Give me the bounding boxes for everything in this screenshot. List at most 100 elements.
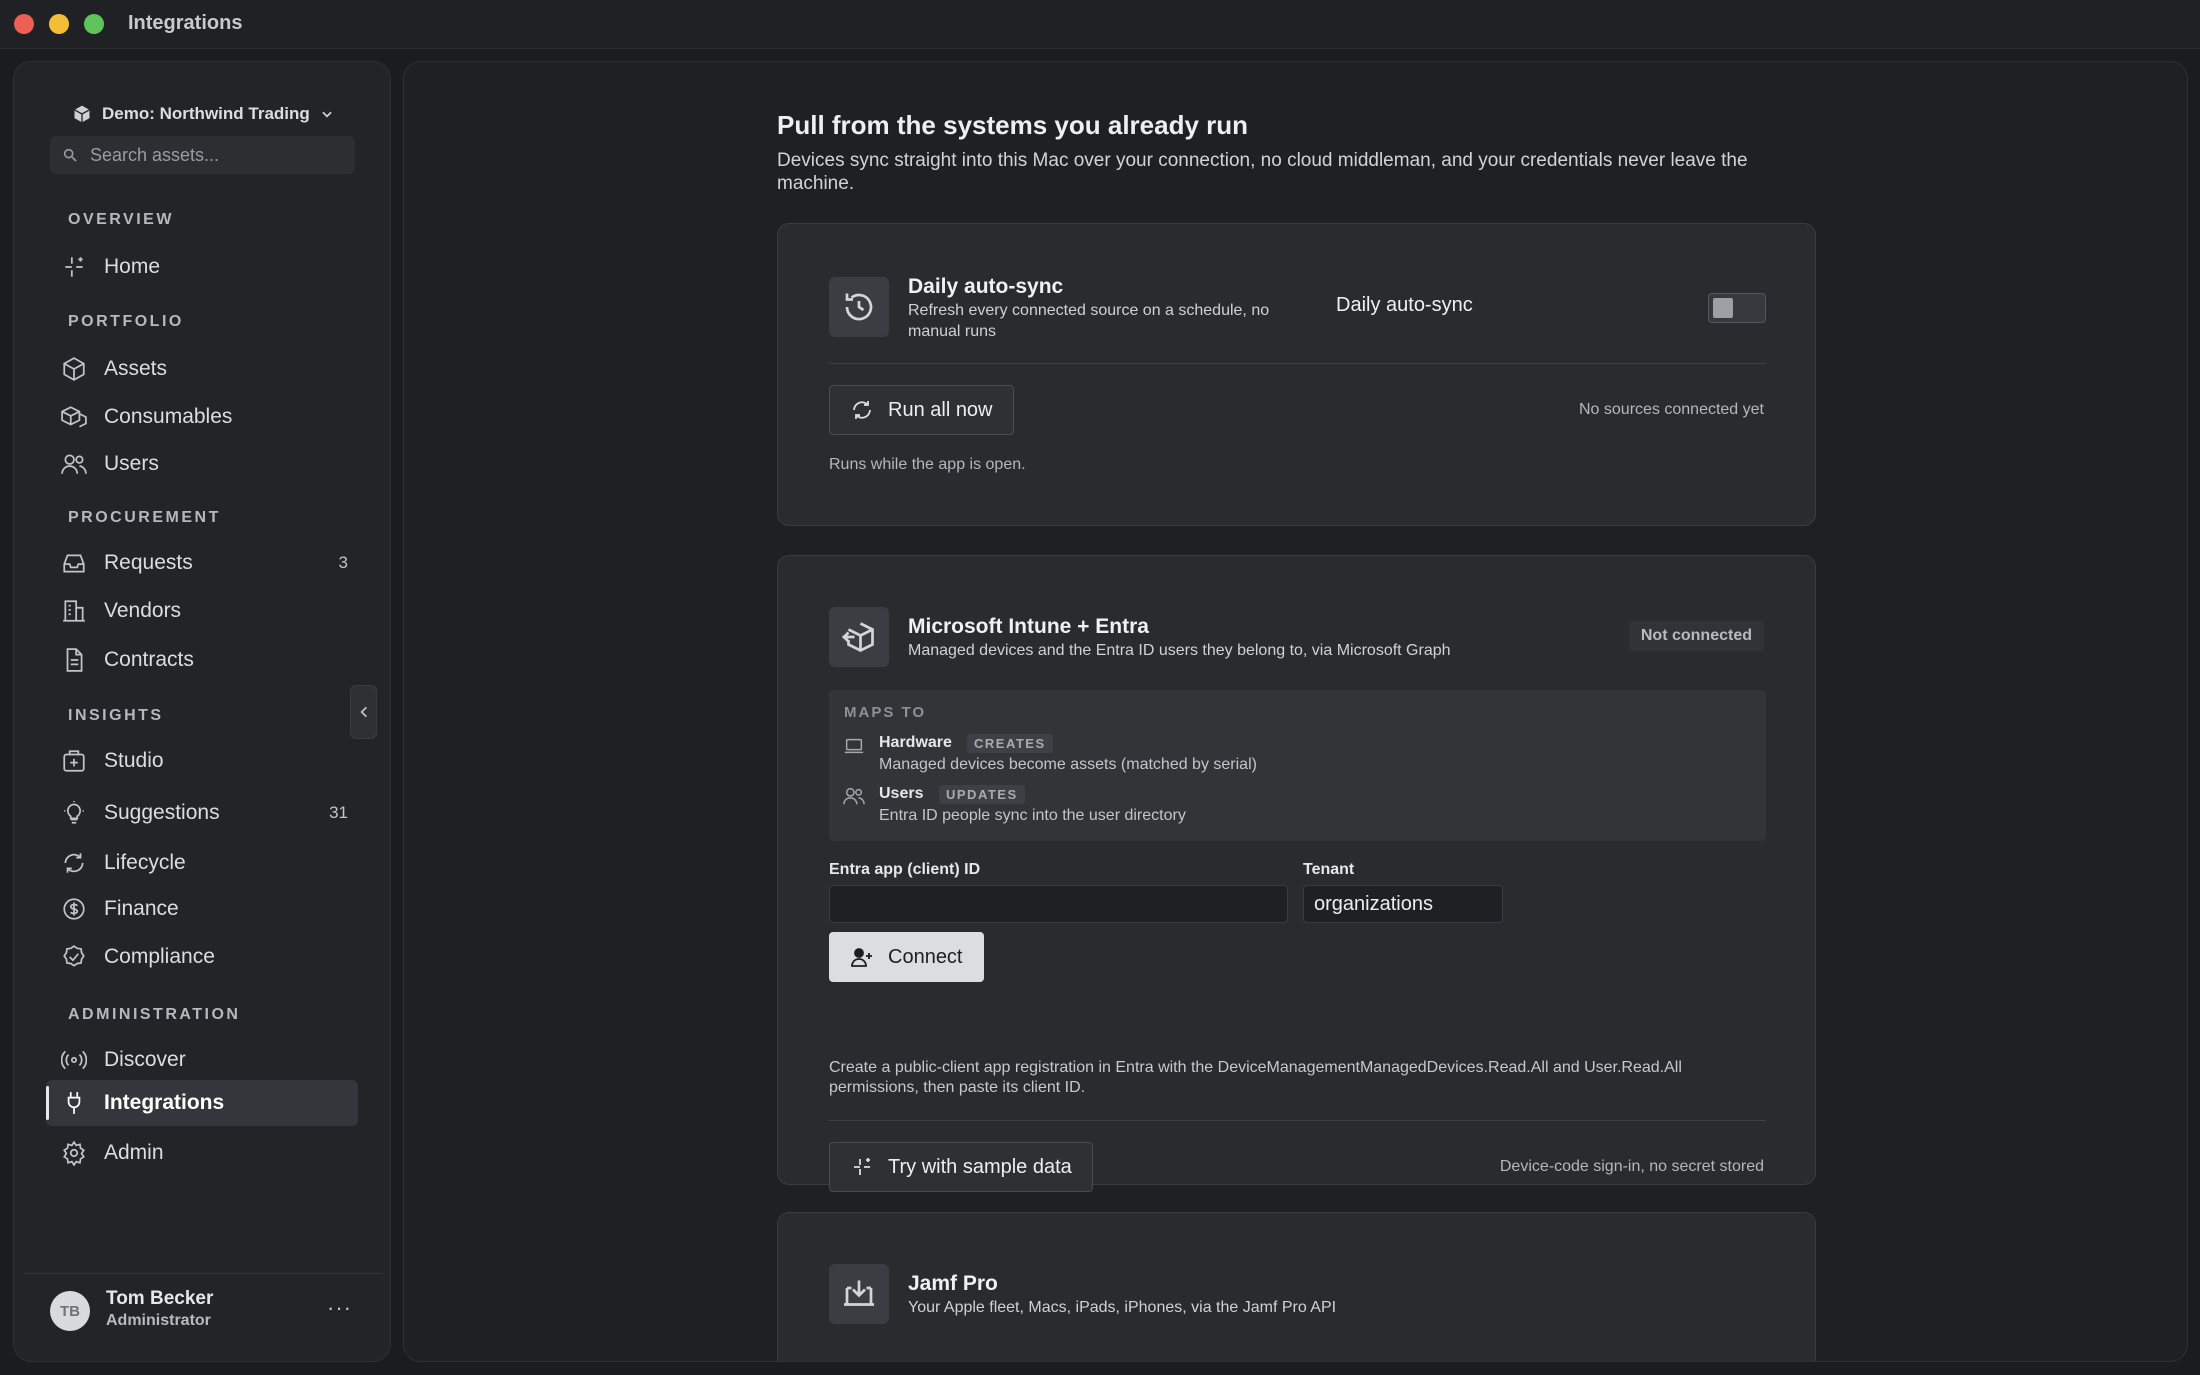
user-name: Tom Becker bbox=[106, 1288, 214, 1309]
chevron-down-icon bbox=[322, 111, 332, 118]
sidebar-item-label: Users bbox=[104, 452, 159, 475]
divider bbox=[829, 363, 1766, 364]
dollar-icon bbox=[60, 895, 88, 923]
sidebar-item-vendors[interactable]: Vendors bbox=[46, 588, 358, 634]
sidebar-item-label: Assets bbox=[104, 357, 168, 380]
sidebar-item-lifecycle[interactable]: Lifecycle bbox=[46, 840, 358, 886]
tenant-input[interactable] bbox=[1303, 885, 1503, 923]
maps-to-label: MAPS TO bbox=[844, 704, 927, 721]
try-sample-data-label: Try with sample data bbox=[888, 1155, 1072, 1178]
plug-icon bbox=[60, 1089, 88, 1117]
chevron-left-icon bbox=[359, 706, 367, 718]
workspace-name: Demo: Northwind Trading bbox=[102, 104, 310, 123]
sidebar-item-integrations[interactable]: Integrations bbox=[46, 1080, 358, 1126]
gear-icon bbox=[60, 1139, 88, 1167]
divider bbox=[829, 1120, 1766, 1121]
sidebar: Demo: Northwind Trading OVERVIEW Home PO… bbox=[13, 61, 391, 1362]
avatar[interactable]: TB bbox=[50, 1291, 90, 1331]
section-procurement: PROCUREMENT bbox=[68, 509, 221, 526]
page-subtitle: Devices sync straight into this Mac over… bbox=[777, 150, 1748, 194]
document-icon bbox=[60, 646, 88, 674]
user-role: Administrator bbox=[106, 1312, 211, 1329]
building-icon bbox=[60, 597, 88, 625]
sidebar-item-label: Contracts bbox=[104, 648, 194, 671]
sidebar-item-admin[interactable]: Admin bbox=[46, 1130, 358, 1176]
sidebar-item-label: Discover bbox=[104, 1048, 186, 1071]
sidebar-item-requests[interactable]: Requests 3 bbox=[46, 540, 358, 586]
more-options-button[interactable]: ··· bbox=[327, 1295, 352, 1321]
intune-card: Microsoft Intune + Entra Managed devices… bbox=[777, 555, 1816, 1192]
autosync-card: Daily auto-sync Refresh every connected … bbox=[777, 223, 1816, 526]
sync-status-text: No sources connected yet bbox=[1579, 401, 1764, 418]
map-desc-hardware: Managed devices become assets (matched b… bbox=[879, 756, 1257, 773]
sidebar-item-contracts[interactable]: Contracts bbox=[46, 637, 358, 683]
jamf-description: Your Apple fleet, Macs, iPads, iPhones, … bbox=[908, 1299, 1337, 1316]
user-divider bbox=[24, 1273, 382, 1274]
sidebar-item-discover[interactable]: Discover bbox=[46, 1037, 358, 1083]
run-all-now-label: Run all now bbox=[888, 398, 993, 421]
search-box[interactable] bbox=[50, 136, 355, 174]
client-id-input[interactable] bbox=[829, 885, 1288, 923]
page-title: Pull from the systems you already run bbox=[777, 110, 1249, 140]
refresh-icon bbox=[853, 401, 871, 419]
sidebar-item-studio[interactable]: Studio bbox=[46, 738, 358, 784]
laptop-icon bbox=[843, 735, 865, 757]
user-plus-icon bbox=[851, 948, 872, 967]
badge-check-icon bbox=[60, 943, 88, 971]
sparkle-icon bbox=[60, 253, 88, 281]
autosync-toggle-label: Daily auto-sync bbox=[1336, 294, 1473, 316]
run-all-now-button[interactable]: Run all now bbox=[829, 385, 1014, 435]
suggestions-count-badge: 31 bbox=[329, 803, 348, 822]
lightbulb-icon bbox=[60, 799, 88, 827]
users-icon bbox=[843, 785, 865, 807]
jamf-card: Jamf Pro Your Apple fleet, Macs, iPads, … bbox=[777, 1212, 1816, 1361]
cube-icon bbox=[74, 105, 90, 123]
sidebar-item-label: Vendors bbox=[104, 599, 182, 622]
refresh-icon bbox=[60, 849, 88, 877]
tenant-label: Tenant bbox=[1303, 861, 1355, 878]
map-tag-creates: CREATES bbox=[967, 734, 1053, 753]
collapse-sidebar-button[interactable] bbox=[350, 685, 377, 739]
sidebar-item-assets[interactable]: Assets bbox=[46, 346, 358, 392]
sidebar-item-label: Home bbox=[104, 255, 161, 278]
autosync-description: Refresh every connected source on a sche… bbox=[908, 302, 1270, 340]
try-sample-data-button[interactable]: Try with sample data bbox=[829, 1142, 1093, 1192]
zoom-window-button[interactable] bbox=[84, 14, 104, 34]
section-overview: OVERVIEW bbox=[68, 211, 174, 228]
jamf-title: Jamf Pro bbox=[908, 1272, 998, 1295]
sidebar-item-compliance[interactable]: Compliance bbox=[46, 934, 358, 980]
client-id-label: Entra app (client) ID bbox=[829, 861, 981, 878]
connect-button[interactable]: Connect bbox=[829, 932, 984, 982]
sidebar-item-label: Consumables bbox=[104, 405, 233, 428]
sidebar-item-label: Lifecycle bbox=[104, 851, 186, 874]
section-portfolio: PORTFOLIO bbox=[68, 313, 184, 330]
sidebar-item-label: Admin bbox=[104, 1141, 164, 1164]
boxes-icon bbox=[60, 403, 88, 431]
inbox-icon bbox=[60, 549, 88, 577]
autosync-toggle[interactable] bbox=[1708, 293, 1766, 323]
main-content: Pull from the systems you already run De… bbox=[403, 61, 2188, 1362]
minimize-window-button[interactable] bbox=[49, 14, 69, 34]
close-window-button[interactable] bbox=[14, 14, 34, 34]
sidebar-item-home[interactable]: Home bbox=[46, 244, 358, 290]
search-input[interactable] bbox=[90, 144, 340, 166]
clock-history-icon bbox=[829, 277, 889, 337]
connect-help-text: Create a public-client app registration … bbox=[829, 1059, 1682, 1096]
workspace-switcher[interactable]: Demo: Northwind Trading bbox=[72, 99, 334, 129]
sidebar-item-finance[interactable]: Finance bbox=[46, 886, 358, 932]
intune-description: Managed devices and the Entra ID users t… bbox=[908, 642, 1451, 659]
sidebar-item-consumables[interactable]: Consumables bbox=[46, 394, 358, 440]
maps-to-panel: MAPS TO Hardware CREATES Managed devices… bbox=[829, 690, 1766, 841]
map-desc-users: Entra ID people sync into the user direc… bbox=[879, 807, 1186, 824]
sidebar-item-users[interactable]: Users bbox=[46, 441, 358, 487]
search-icon bbox=[63, 148, 77, 162]
sidebar-item-suggestions[interactable]: Suggestions 31 bbox=[46, 790, 358, 836]
sparkle-icon bbox=[854, 1158, 870, 1175]
connection-status-badge: Not connected bbox=[1628, 621, 1764, 651]
map-name-users: Users bbox=[879, 785, 924, 802]
sidebar-item-label: Studio bbox=[104, 749, 164, 772]
autosync-title: Daily auto-sync bbox=[908, 275, 1064, 298]
sidebar-item-label: Compliance bbox=[104, 945, 215, 968]
autosync-note: Runs while the app is open. bbox=[829, 456, 1026, 473]
studio-icon bbox=[60, 747, 88, 775]
